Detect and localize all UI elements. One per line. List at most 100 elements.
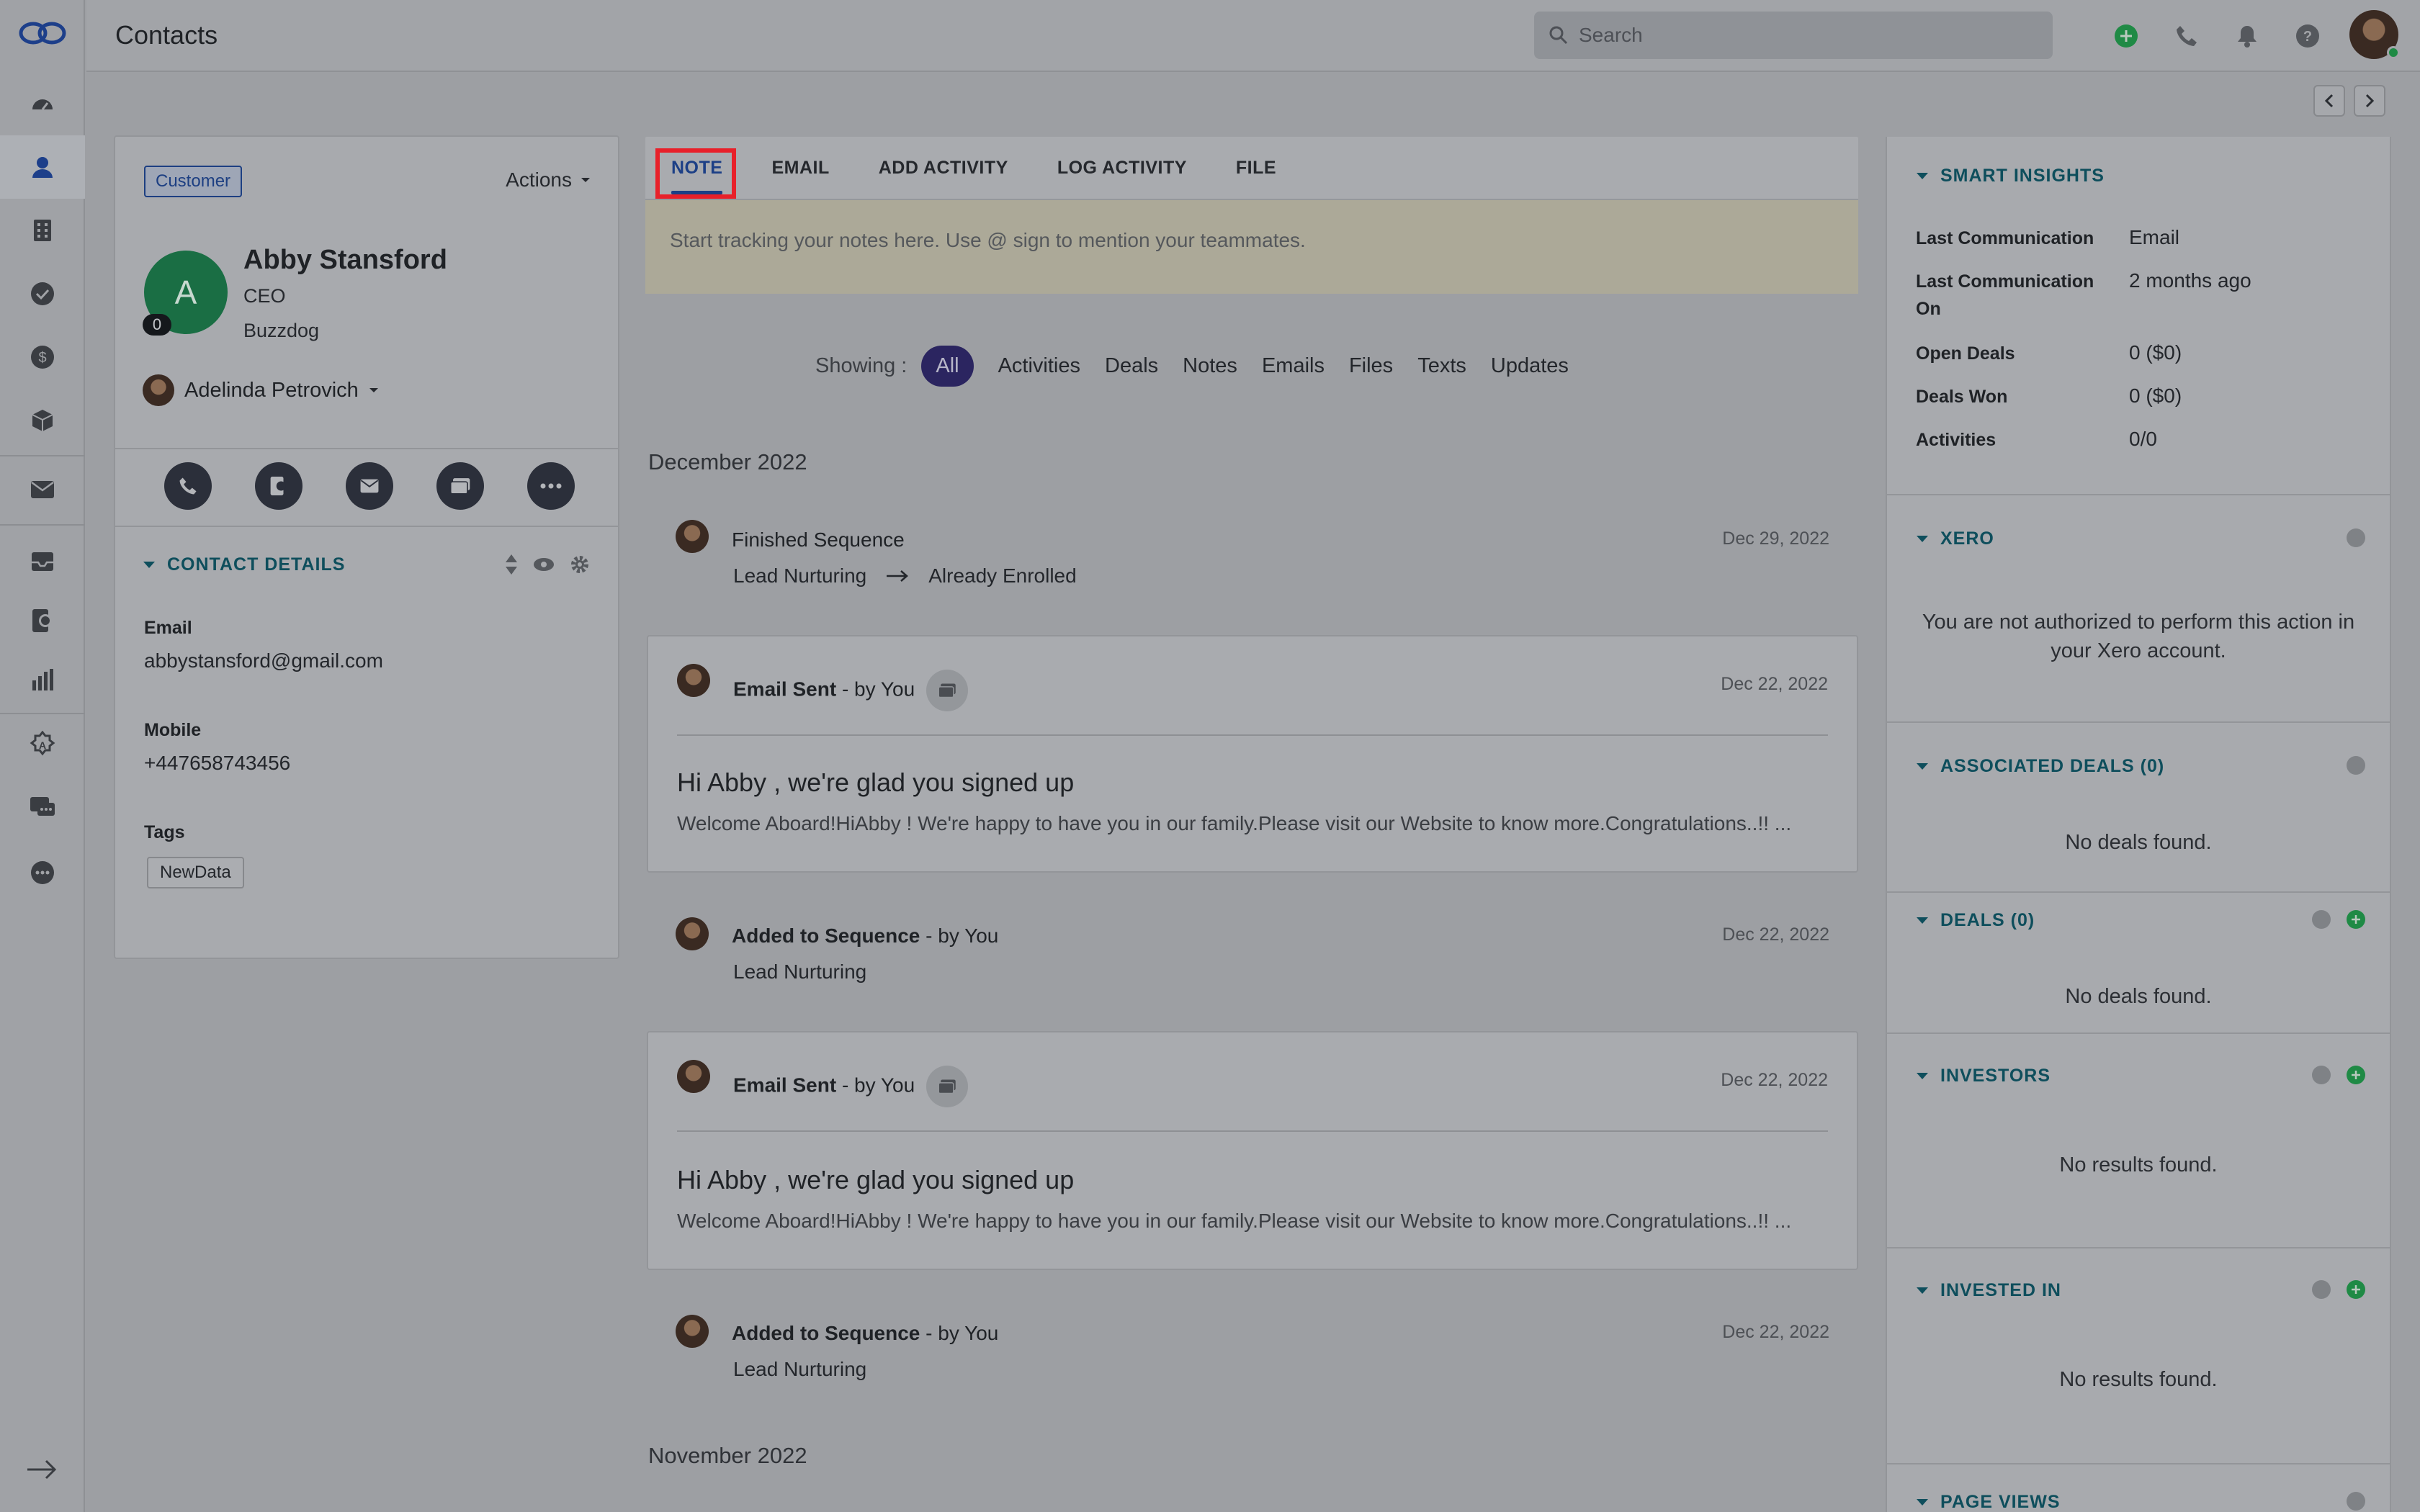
refresh-icon[interactable] [2312, 910, 2331, 929]
owner-dropdown[interactable]: Adelinda Petrovich [143, 374, 379, 406]
user-avatar [676, 917, 709, 950]
contact-avatar[interactable]: A0 [143, 251, 228, 336]
sequence-name[interactable]: Lead Nurturing [733, 960, 866, 984]
lifecycle-badge[interactable]: Customer [144, 166, 243, 197]
timeline-item-email[interactable]: Email Sent - by You Dec 22, 2022 Hi Abby… [647, 635, 1858, 873]
user-avatar [677, 664, 710, 697]
refresh-icon[interactable] [2312, 1280, 2331, 1299]
next-record-button[interactable] [2354, 85, 2385, 117]
previous-record-button[interactable] [2313, 85, 2345, 117]
refresh-icon[interactable] [2347, 756, 2365, 775]
mobile-value[interactable]: +447658743456 [144, 752, 290, 775]
deals-toggle[interactable]: DEALS (0) [1916, 910, 2035, 931]
add-icon[interactable] [2347, 910, 2365, 929]
help-icon[interactable]: ? [2293, 22, 2322, 50]
page-views-toggle[interactable]: PAGE VIEWS [1916, 1492, 2061, 1512]
caret-down-icon [143, 561, 155, 568]
filter-all[interactable]: All [921, 346, 974, 387]
note-input[interactable]: Start tracking your notes here. Use @ si… [645, 200, 1858, 294]
sequence-button[interactable] [255, 462, 302, 510]
caret-down-icon [369, 388, 378, 392]
insight-value: Email [2129, 226, 2180, 248]
reports-icon[interactable] [0, 648, 85, 711]
notifications-icon[interactable] [2233, 22, 2262, 50]
tag-chip[interactable]: NewData [147, 857, 244, 888]
email-subject[interactable]: Hi Abby , we're glad you signed up [677, 768, 1074, 798]
item-title: Email Sent - by You [733, 1066, 969, 1107]
contact-name[interactable]: Abby Stansford [243, 245, 447, 276]
investors-toggle[interactable]: INVESTORS [1916, 1066, 2051, 1086]
filter-texts[interactable]: Texts [1417, 354, 1466, 378]
user-avatar [677, 1060, 710, 1093]
filter-deals[interactable]: Deals [1105, 354, 1158, 378]
call-button[interactable] [164, 462, 212, 510]
app-logo[interactable] [19, 19, 66, 48]
quick-add-icon[interactable] [2112, 22, 2141, 50]
automation-icon[interactable]: A [0, 713, 85, 776]
filter-files[interactable]: Files [1349, 354, 1393, 378]
item-date: Dec 22, 2022 [1722, 1322, 1829, 1342]
email-button[interactable] [346, 462, 393, 510]
record-navigation [2313, 85, 2385, 117]
more-actions-button[interactable] [527, 462, 575, 510]
tab-file[interactable]: FILE [1236, 158, 1276, 179]
from-sequence[interactable]: Lead Nurturing [733, 564, 866, 588]
more-apps-icon[interactable] [0, 841, 85, 904]
score-badge: 0 [143, 314, 171, 336]
contact-details-toggle[interactable]: CONTACT DETAILS [143, 554, 345, 575]
deals-icon[interactable]: $ [0, 325, 85, 389]
email-icon[interactable] [0, 458, 85, 521]
tab-add-activity[interactable]: ADD ACTIVITY [879, 158, 1008, 179]
svg-text:?: ? [2303, 29, 2312, 45]
dashboard-icon[interactable] [0, 72, 85, 135]
actions-dropdown[interactable]: Actions [506, 168, 591, 192]
inbox-icon[interactable] [0, 530, 85, 593]
bulk-email-icon [449, 478, 470, 495]
chat-icon[interactable] [0, 776, 85, 840]
search-icon [1549, 26, 1568, 45]
associated-deals-toggle[interactable]: ASSOCIATED DEALS (0) [1916, 756, 2164, 777]
timeline-item-email[interactable]: Email Sent - by You Dec 22, 2022 Hi Abby… [647, 1031, 1858, 1270]
eye-icon[interactable] [533, 557, 555, 572]
sequence-name[interactable]: Lead Nurturing [733, 1358, 866, 1381]
to-sequence[interactable]: Already Enrolled [928, 564, 1076, 588]
refresh-icon[interactable] [2312, 1066, 2331, 1084]
contacts-icon[interactable] [0, 135, 85, 199]
page-views-title: PAGE VIEWS [1940, 1492, 2061, 1512]
sort-icon[interactable] [504, 553, 519, 576]
owner-name: Adelinda Petrovich [184, 378, 359, 402]
filter-activities[interactable]: Activities [998, 354, 1080, 378]
smart-insights-toggle[interactable]: SMART INSIGHTS [1916, 166, 2105, 186]
add-icon[interactable] [2347, 1066, 2365, 1084]
tasks-icon[interactable] [0, 262, 85, 325]
xero-toggle[interactable]: XERO [1916, 528, 1994, 549]
user-avatar[interactable] [2349, 10, 2400, 59]
email-subject[interactable]: Hi Abby , we're glad you signed up [677, 1165, 1074, 1195]
refresh-icon[interactable] [2347, 528, 2365, 547]
owner-avatar [143, 374, 174, 406]
refresh-icon[interactable] [2347, 1492, 2365, 1511]
filter-updates[interactable]: Updates [1491, 354, 1569, 378]
search-box[interactable] [1534, 12, 2053, 59]
template-email-button[interactable] [436, 462, 484, 510]
add-icon[interactable] [2347, 1280, 2365, 1299]
products-icon[interactable] [0, 389, 85, 452]
contact-company[interactable]: Buzzdog [243, 320, 319, 342]
tab-email[interactable]: EMAIL [771, 158, 829, 179]
gear-icon[interactable] [569, 554, 591, 575]
email-value[interactable]: abbystansford@gmail.com [144, 649, 383, 672]
invested-in-empty: No results found. [2059, 1368, 2218, 1391]
caret-down-icon [1917, 1072, 1928, 1079]
search-input[interactable] [1579, 24, 2011, 47]
tab-log-activity[interactable]: LOG ACTIVITY [1057, 158, 1187, 179]
filter-emails[interactable]: Emails [1262, 354, 1325, 378]
phone-icon[interactable] [2172, 22, 2201, 50]
expand-sidebar-icon[interactable] [26, 1457, 58, 1487]
invested-in-toggle[interactable]: INVESTED IN [1916, 1280, 2061, 1301]
timeline-item: Added to Sequence - by You Dec 22, 2022 … [647, 1306, 1858, 1395]
investors-title: INVESTORS [1940, 1066, 2051, 1086]
filter-notes[interactable]: Notes [1183, 354, 1237, 378]
sequences-icon[interactable] [0, 589, 85, 652]
left-rail: $ A [0, 0, 85, 1512]
accounts-icon[interactable] [0, 199, 85, 262]
